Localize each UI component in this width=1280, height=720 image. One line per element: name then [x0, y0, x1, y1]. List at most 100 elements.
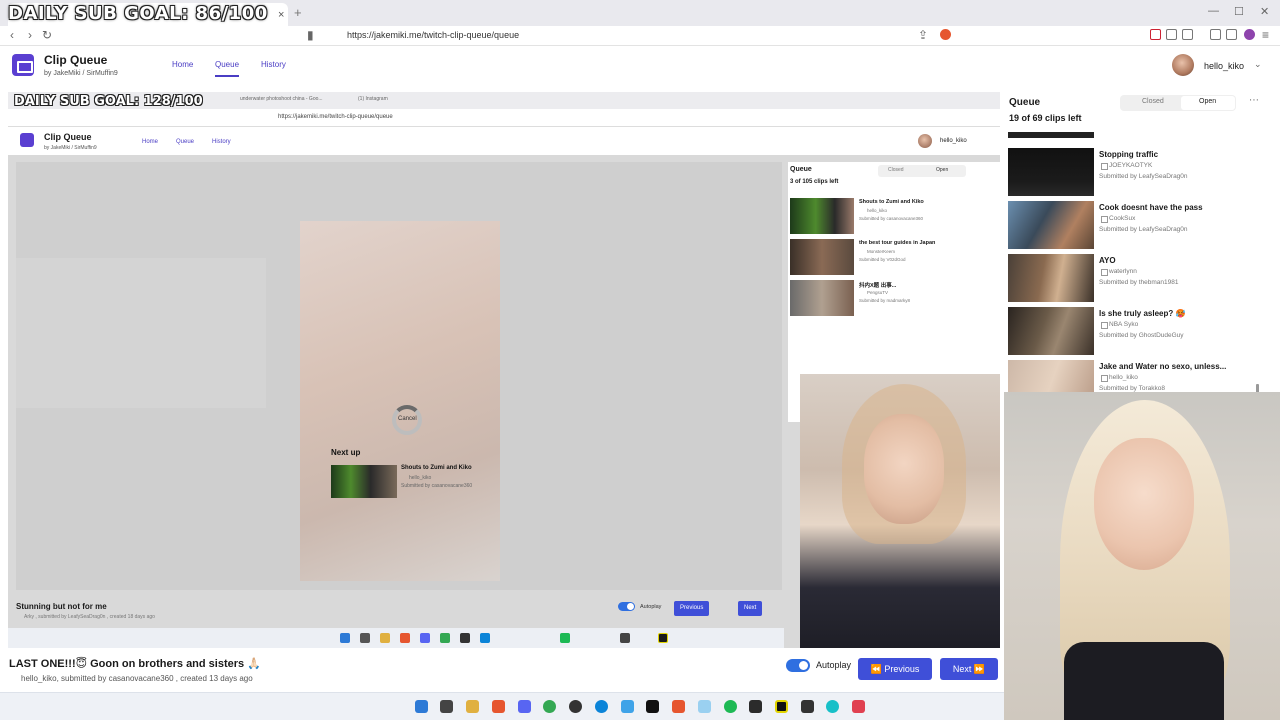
bookmark-icon[interactable]: ▮: [307, 28, 314, 42]
clip-title: the best tour guides in Japan: [859, 240, 936, 246]
list-item[interactable]: AYO waterlynn Submitted by thebman1981: [1008, 254, 1272, 302]
discord-icon: [420, 633, 430, 643]
tab-close-icon[interactable]: ×: [278, 9, 284, 21]
nested-site-header: Clip Queue by JakeMiki / SirMuffin9 Home…: [8, 127, 1000, 155]
share-icon[interactable]: ⇪: [918, 28, 928, 42]
thumbnail: [790, 239, 854, 275]
list-item[interactable]: Stopping traffic JOEYKAOTYK Submitted by…: [1008, 148, 1272, 196]
nested-user: hello_kiko: [940, 138, 967, 144]
notepad-icon[interactable]: [698, 700, 711, 713]
app-icon[interactable]: [826, 700, 839, 713]
forward-icon[interactable]: ›: [28, 28, 32, 42]
nav-history[interactable]: History: [261, 60, 286, 69]
next-up-title: Shouts to Zumi and Kiko: [401, 465, 472, 471]
more-icon[interactable]: ⋯: [1249, 95, 1259, 106]
sub-goal-overlay: DAILY SUB GOAL: 86/100: [8, 3, 268, 24]
extension-icon[interactable]: [1166, 29, 1177, 40]
nested-nav-queue: Queue: [176, 139, 195, 145]
autoplay-toggle[interactable]: [786, 659, 810, 672]
minimize-icon[interactable]: —: [1208, 5, 1219, 17]
clip-submitted: Submitted by LeafySeaDrag0n: [1099, 173, 1188, 180]
close-window-icon[interactable]: ✕: [1260, 5, 1269, 18]
maximize-icon[interactable]: ☐: [1234, 5, 1244, 18]
next-button[interactable]: Next ⏩: [940, 658, 998, 680]
music-icon[interactable]: [1210, 29, 1221, 40]
profile-icon[interactable]: [1244, 29, 1255, 40]
site-brand[interactable]: Clip Queue: [44, 53, 107, 67]
list-item[interactable]: Cook doesnt have the pass CookSux Submit…: [1008, 201, 1272, 249]
chevron-down-icon[interactable]: ⌄: [1254, 59, 1262, 70]
previous-button[interactable]: ⏪ Previous: [858, 658, 932, 680]
xbox-icon[interactable]: [749, 700, 762, 713]
windows-icon[interactable]: [415, 700, 428, 713]
brave-shield-icon[interactable]: [940, 29, 951, 40]
list-item[interactable]: Is she truly asleep? 🥵 NBA Syko Submitte…: [1008, 307, 1272, 355]
user-name[interactable]: hello_kiko: [1204, 61, 1244, 71]
queue-closed-option[interactable]: Closed: [1142, 98, 1164, 105]
clip-author: PengsuTV: [867, 290, 889, 295]
nested-autoplay-label: Autoplay: [640, 604, 662, 610]
nested-autoplay-toggle: [618, 602, 635, 611]
new-tab-icon[interactable]: +: [294, 5, 302, 20]
extension-icon[interactable]: [1150, 29, 1161, 40]
nested-video-panel: [16, 258, 266, 408]
discord-icon[interactable]: [518, 700, 531, 713]
chrome-icon: [440, 633, 450, 643]
nested-avatar: [918, 134, 932, 148]
explorer-icon: [360, 633, 370, 643]
cancel-button[interactable]: Cancel: [398, 416, 417, 422]
clip-title: Cook doesnt have the pass: [1099, 203, 1203, 212]
nested-queue-closed: Closed: [888, 167, 904, 173]
clip-author: CookSux: [1100, 215, 1136, 223]
list-item: 抖内X题 出事... PengsuTV Submitted by madmark…: [790, 280, 996, 316]
clip-author[interactable]: hello_kiko: [9, 674, 57, 683]
thumbnail: [1008, 254, 1094, 302]
clip-author: MonsterKeem: [867, 249, 896, 254]
obs-icon[interactable]: [569, 700, 582, 713]
clip-title: AYO: [1099, 256, 1116, 265]
capcut-icon[interactable]: [646, 700, 659, 713]
back-icon[interactable]: ‹: [10, 28, 14, 42]
folder-icon[interactable]: [466, 700, 479, 713]
sidebar-icon[interactable]: [1226, 29, 1237, 40]
streamlabs-icon[interactable]: [775, 700, 788, 713]
nested-url: https://jakemiki.me/twitch-clip-queue/qu…: [278, 114, 393, 120]
extension-icon[interactable]: [1182, 29, 1193, 40]
webcam-overlay: [1004, 392, 1280, 720]
thumbnail: [1008, 132, 1094, 138]
app2-icon[interactable]: [852, 700, 865, 713]
screen: × + DAILY SUB GOAL: 86/100 — ☐ ✕ ‹ › ↻ ▮…: [0, 0, 1280, 720]
thumbnail: [1008, 201, 1094, 249]
terminal-icon[interactable]: [801, 700, 814, 713]
clip-details: , submitted by casanovacane360 , created…: [56, 674, 253, 683]
brave-icon[interactable]: [492, 700, 505, 713]
chrome-icon[interactable]: [543, 700, 556, 713]
spotify-icon[interactable]: [724, 700, 737, 713]
next-up-thumbnail: [331, 465, 397, 498]
menu-icon[interactable]: ≡: [1262, 28, 1269, 42]
autoplay-label: Autoplay: [816, 660, 852, 670]
tv-logo-icon: [12, 54, 34, 76]
clip-submitted: Submitted by thebman1981: [1099, 279, 1179, 286]
queue-open-option[interactable]: Open: [1199, 98, 1216, 105]
url-field[interactable]: https://jakemiki.me/twitch-clip-queue/qu…: [347, 30, 519, 40]
explorer-icon[interactable]: [440, 700, 453, 713]
clip-author: hello_kiko: [867, 208, 888, 213]
nested-address-bar: https://jakemiki.me/twitch-clip-queue/qu…: [8, 109, 1000, 127]
nav-queue[interactable]: Queue: [215, 60, 240, 77]
thumbnail: [790, 198, 854, 234]
webcam-clothing: [1064, 642, 1224, 720]
list-item[interactable]: Jake and Water no sexo, unless... hello_…: [1008, 360, 1272, 392]
nav-home[interactable]: Home: [172, 60, 193, 69]
vscode-icon[interactable]: [621, 700, 634, 713]
edge-icon[interactable]: [595, 700, 608, 713]
clip-player[interactable]: DAILY SUB GOAL: 128/100 underwater photo…: [8, 92, 1000, 648]
brave-nightly-icon[interactable]: [672, 700, 685, 713]
queue-panel: Queue Closed Open ⋯ 19 of 69 clips left …: [1002, 92, 1280, 394]
current-clip-meta: hello_kiko, submitted by casanovacane360…: [9, 674, 253, 683]
list-item[interactable]: [1008, 132, 1272, 138]
nested-byline: by JakeMiki / SirMuffin9: [44, 145, 97, 151]
thumbnail: [1008, 148, 1094, 196]
reload-icon[interactable]: ↻: [42, 28, 52, 42]
avatar[interactable]: [1172, 54, 1194, 76]
